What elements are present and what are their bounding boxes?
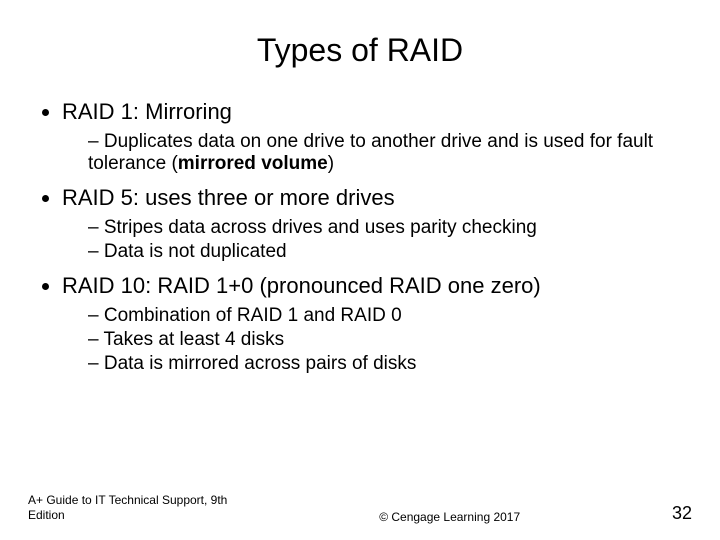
sub-item: Data is not duplicated <box>88 241 692 263</box>
slide-title: Types of RAID <box>28 32 692 69</box>
sub-text-part2: ) <box>328 153 334 174</box>
sub-item: Stripes data across drives and uses pari… <box>88 217 692 239</box>
list-item: RAID 10: RAID 1+0 (pronounced RAID one z… <box>62 273 692 375</box>
footer-copyright: © Cengage Learning 2017 <box>227 510 672 524</box>
sub-item: Duplicates data on one drive to another … <box>88 131 692 175</box>
bullet-list: RAID 1: Mirroring Duplicates data on one… <box>28 99 692 375</box>
bullet-heading: RAID 5: uses three or more drives <box>62 185 395 210</box>
footer: A+ Guide to IT Technical Support, 9th Ed… <box>28 493 692 524</box>
list-item: RAID 5: uses three or more drives Stripe… <box>62 185 692 263</box>
sub-item: Data is mirrored across pairs of disks <box>88 353 692 375</box>
sub-list: Stripes data across drives and uses pari… <box>62 217 692 263</box>
book-title-line2: Edition <box>28 508 65 522</box>
footer-left: A+ Guide to IT Technical Support, 9th Ed… <box>28 493 227 524</box>
bullet-heading: RAID 1: Mirroring <box>62 99 232 124</box>
bullet-heading: RAID 10: RAID 1+0 (pronounced RAID one z… <box>62 273 541 298</box>
slide: Types of RAID RAID 1: Mirroring Duplicat… <box>0 0 720 540</box>
sub-list: Combination of RAID 1 and RAID 0 Takes a… <box>62 305 692 375</box>
sub-item: Takes at least 4 disks <box>88 329 692 351</box>
bold-term: mirrored volume <box>178 153 328 174</box>
sub-item: Combination of RAID 1 and RAID 0 <box>88 305 692 327</box>
book-title-line1: A+ Guide to IT Technical Support, 9th <box>28 493 227 507</box>
list-item: RAID 1: Mirroring Duplicates data on one… <box>62 99 692 175</box>
sub-text-part1: Duplicates data on one drive to another … <box>88 131 653 174</box>
sub-list: Duplicates data on one drive to another … <box>62 131 692 175</box>
page-number: 32 <box>672 503 692 524</box>
